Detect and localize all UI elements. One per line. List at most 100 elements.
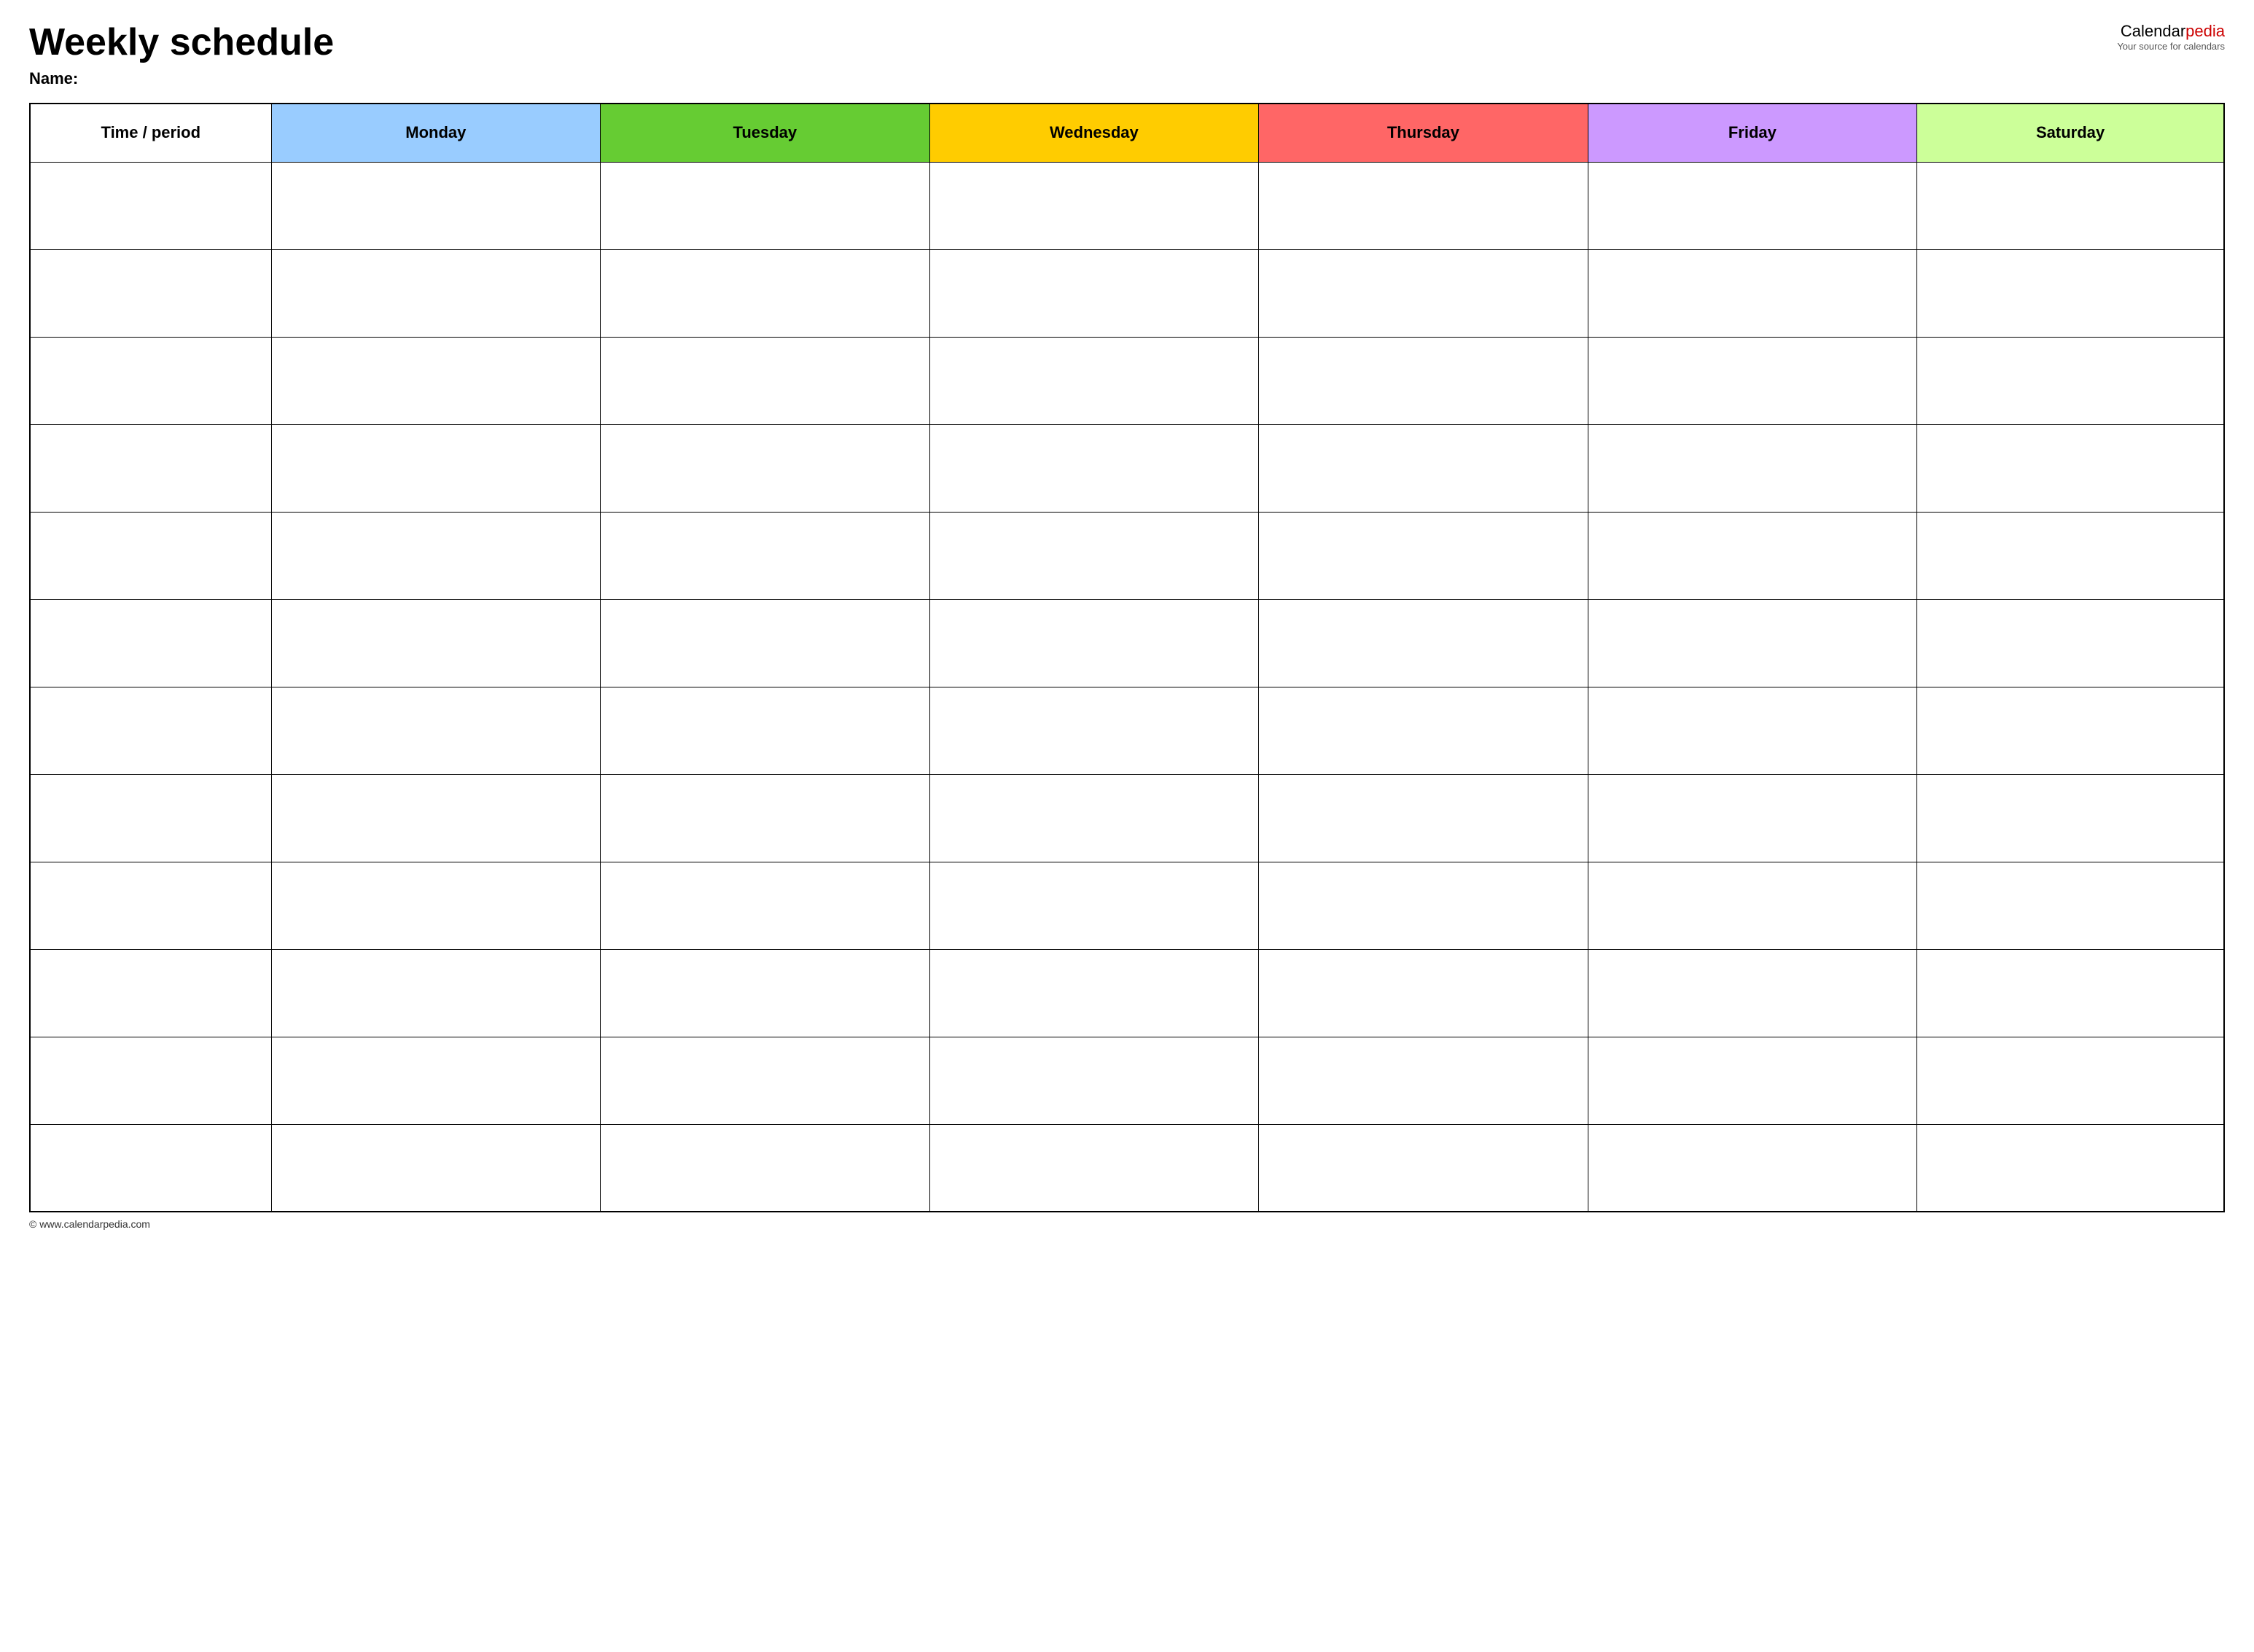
table-cell[interactable] — [271, 774, 601, 862]
table-cell[interactable] — [601, 512, 930, 599]
table-cell[interactable] — [30, 949, 271, 1037]
table-cell[interactable] — [271, 249, 601, 337]
table-cell[interactable] — [1917, 162, 2224, 249]
table-cell[interactable] — [1588, 949, 1917, 1037]
table-cell[interactable] — [271, 862, 601, 949]
table-cell[interactable] — [601, 774, 930, 862]
table-cell[interactable] — [1259, 862, 1588, 949]
table-cell[interactable] — [1917, 512, 2224, 599]
table-cell[interactable] — [929, 512, 1259, 599]
table-cell[interactable] — [271, 599, 601, 687]
table-row — [30, 424, 2224, 512]
table-cell[interactable] — [1588, 774, 1917, 862]
table-cell[interactable] — [271, 162, 601, 249]
table-cell[interactable] — [271, 337, 601, 424]
table-cell[interactable] — [929, 1037, 1259, 1124]
table-cell[interactable] — [30, 599, 271, 687]
table-cell[interactable] — [1259, 162, 1588, 249]
table-cell[interactable] — [271, 1124, 601, 1212]
table-cell[interactable] — [929, 862, 1259, 949]
table-cell[interactable] — [1588, 687, 1917, 774]
table-cell[interactable] — [601, 249, 930, 337]
table-cell[interactable] — [1588, 599, 1917, 687]
table-cell[interactable] — [1259, 337, 1588, 424]
table-cell[interactable] — [601, 162, 930, 249]
table-cell[interactable] — [929, 774, 1259, 862]
table-cell[interactable] — [929, 337, 1259, 424]
table-cell[interactable] — [1917, 1037, 2224, 1124]
table-cell[interactable] — [30, 162, 271, 249]
table-row — [30, 599, 2224, 687]
table-row — [30, 862, 2224, 949]
table-cell[interactable] — [30, 424, 271, 512]
table-cell[interactable] — [1917, 949, 2224, 1037]
table-cell[interactable] — [271, 1037, 601, 1124]
table-cell[interactable] — [601, 949, 930, 1037]
table-cell[interactable] — [30, 512, 271, 599]
table-row — [30, 512, 2224, 599]
table-cell[interactable] — [1588, 424, 1917, 512]
table-cell[interactable] — [601, 337, 930, 424]
logo-tagline: Your source for calendars — [2117, 41, 2225, 52]
table-cell[interactable] — [929, 599, 1259, 687]
table-row — [30, 774, 2224, 862]
table-cell[interactable] — [929, 949, 1259, 1037]
table-cell[interactable] — [1259, 774, 1588, 862]
table-cell[interactable] — [1259, 512, 1588, 599]
table-cell[interactable] — [1259, 687, 1588, 774]
page-title: Weekly schedule — [29, 22, 334, 63]
table-cell[interactable] — [30, 337, 271, 424]
table-cell[interactable] — [1259, 949, 1588, 1037]
col-header-monday: Monday — [271, 104, 601, 162]
table-cell[interactable] — [1917, 687, 2224, 774]
table-cell[interactable] — [30, 687, 271, 774]
table-cell[interactable] — [1917, 1124, 2224, 1212]
col-header-wednesday: Wednesday — [929, 104, 1259, 162]
table-cell[interactable] — [271, 512, 601, 599]
table-cell[interactable] — [601, 1037, 930, 1124]
table-cell[interactable] — [271, 687, 601, 774]
table-cell[interactable] — [1917, 774, 2224, 862]
table-cell[interactable] — [1917, 337, 2224, 424]
table-cell[interactable] — [601, 687, 930, 774]
table-cell[interactable] — [929, 1124, 1259, 1212]
table-cell[interactable] — [1917, 249, 2224, 337]
table-cell[interactable] — [1588, 162, 1917, 249]
table-cell[interactable] — [1917, 599, 2224, 687]
table-cell[interactable] — [1588, 512, 1917, 599]
table-cell[interactable] — [1588, 337, 1917, 424]
table-cell[interactable] — [1259, 599, 1588, 687]
table-cell[interactable] — [1917, 862, 2224, 949]
table-cell[interactable] — [30, 862, 271, 949]
table-cell[interactable] — [30, 1037, 271, 1124]
table-cell[interactable] — [1588, 1124, 1917, 1212]
table-cell[interactable] — [271, 424, 601, 512]
table-cell[interactable] — [1588, 862, 1917, 949]
table-cell[interactable] — [601, 1124, 930, 1212]
table-cell[interactable] — [1259, 1037, 1588, 1124]
schedule-table: Time / period Monday Tuesday Wednesday T… — [29, 103, 2225, 1212]
table-cell[interactable] — [30, 774, 271, 862]
table-cell[interactable] — [1259, 249, 1588, 337]
table-header-row: Time / period Monday Tuesday Wednesday T… — [30, 104, 2224, 162]
table-cell[interactable] — [30, 249, 271, 337]
header: Weekly schedule Name: Calendarpedia Your… — [29, 22, 2225, 88]
table-row — [30, 337, 2224, 424]
table-row — [30, 162, 2224, 249]
table-cell[interactable] — [30, 1124, 271, 1212]
table-cell[interactable] — [1259, 424, 1588, 512]
table-cell[interactable] — [929, 162, 1259, 249]
table-cell[interactable] — [1588, 1037, 1917, 1124]
table-cell[interactable] — [271, 949, 601, 1037]
table-cell[interactable] — [601, 424, 930, 512]
table-cell[interactable] — [1588, 249, 1917, 337]
table-cell[interactable] — [601, 862, 930, 949]
table-cell[interactable] — [601, 599, 930, 687]
table-row — [30, 1037, 2224, 1124]
table-cell[interactable] — [929, 249, 1259, 337]
table-cell[interactable] — [1259, 1124, 1588, 1212]
table-cell[interactable] — [1917, 424, 2224, 512]
footer: © www.calendarpedia.com — [29, 1218, 2225, 1230]
table-cell[interactable] — [929, 424, 1259, 512]
table-cell[interactable] — [929, 687, 1259, 774]
